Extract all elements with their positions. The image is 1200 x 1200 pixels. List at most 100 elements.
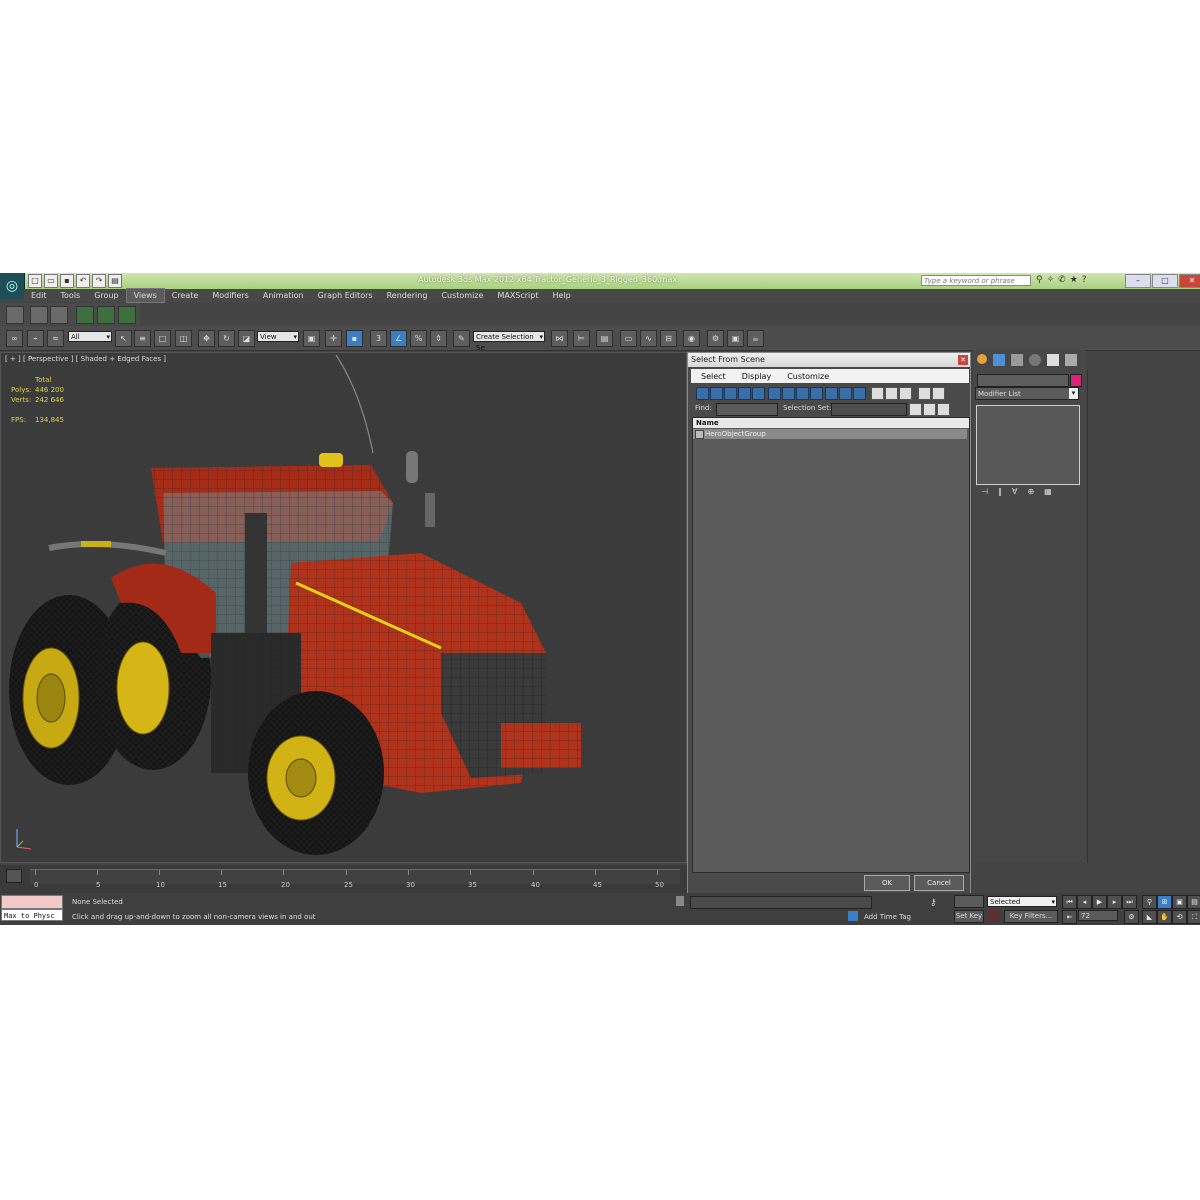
- hierarchy-tab-icon[interactable]: [1011, 354, 1023, 366]
- remove-selection-set-icon[interactable]: [923, 403, 936, 416]
- utilities-tab-icon[interactable]: [1065, 354, 1077, 366]
- play-icon[interactable]: ▶: [1092, 895, 1107, 909]
- display-tab-icon[interactable]: [1047, 354, 1059, 366]
- maximize-button[interactable]: □: [1152, 274, 1178, 288]
- angle-snap-icon[interactable]: ∠: [390, 330, 407, 347]
- link-icon[interactable]: ∞: [6, 330, 23, 347]
- reference-coordinate-dropdown[interactable]: View: [257, 331, 299, 343]
- dialog-menu-customize[interactable]: Customize: [781, 372, 835, 381]
- menu-help[interactable]: Help: [546, 289, 578, 302]
- align-icon[interactable]: ⊨: [573, 330, 590, 347]
- display-helpers-icon[interactable]: [752, 387, 765, 400]
- edit-named-selection-icon[interactable]: ✎: [453, 330, 470, 347]
- app-logo-icon[interactable]: ◎: [0, 273, 25, 299]
- cancel-button[interactable]: Cancel: [914, 875, 964, 891]
- configure-modifier-sets-icon[interactable]: ▦: [1044, 487, 1052, 496]
- subscription-icon[interactable]: ✧: [1047, 275, 1055, 285]
- project-folder-icon[interactable]: ▤: [108, 274, 122, 288]
- find-input[interactable]: [716, 403, 778, 416]
- display-shapes-icon[interactable]: [710, 387, 723, 400]
- mirror-icon[interactable]: ⋈: [551, 330, 568, 347]
- maxscript-listener[interactable]: Max to Physc: [1, 895, 63, 921]
- schematic-view-icon[interactable]: ⊟: [660, 330, 677, 347]
- lock-container-icon[interactable]: [76, 306, 94, 324]
- modifier-list-dropdown[interactable]: Modifier List: [975, 387, 1079, 400]
- unlink-icon[interactable]: ⌁: [27, 330, 44, 347]
- edit-selection-set-icon[interactable]: [937, 403, 950, 416]
- percent-snap-icon[interactable]: %: [410, 330, 427, 347]
- key-mode-dropdown[interactable]: Selected: [987, 896, 1057, 908]
- zoom-icon[interactable]: ⚲: [1142, 895, 1157, 909]
- render-production-icon[interactable]: ☕: [747, 330, 764, 347]
- set-key-button[interactable]: Set Key: [954, 910, 984, 923]
- pivot-center-icon[interactable]: ▣: [303, 330, 320, 347]
- select-manipulate-icon[interactable]: ✛: [325, 330, 342, 347]
- open-mini-curve-editor-icon[interactable]: [6, 869, 22, 883]
- key-filters-button[interactable]: Key Filters...: [1004, 910, 1058, 923]
- curve-editor-icon[interactable]: ∿: [640, 330, 657, 347]
- menu-modifiers[interactable]: Modifiers: [205, 289, 256, 302]
- list-item[interactable]: HeroObjectGroup: [693, 429, 967, 439]
- modifier-stack[interactable]: [976, 405, 1080, 485]
- pan-view-icon[interactable]: ✋: [1157, 910, 1172, 924]
- named-selection-dropdown[interactable]: Create Selection Se: [473, 331, 545, 352]
- selection-set-dropdown[interactable]: [831, 403, 907, 416]
- display-xrefs-icon[interactable]: [796, 387, 809, 400]
- move-icon[interactable]: ✥: [198, 330, 215, 347]
- search-input[interactable]: Type a keyword or phrase: [921, 275, 1031, 286]
- menu-rendering[interactable]: Rendering: [380, 289, 435, 302]
- ok-button[interactable]: OK: [864, 875, 910, 891]
- auto-key-button[interactable]: [954, 895, 984, 908]
- undo-icon[interactable]: ↶: [76, 274, 90, 288]
- display-lights-icon[interactable]: [724, 387, 737, 400]
- binoculars-icon[interactable]: ⚲: [1036, 275, 1043, 285]
- display-frozen-icon[interactable]: [839, 387, 852, 400]
- snaps-toggle-icon[interactable]: 3: [370, 330, 387, 347]
- select-all-icon[interactable]: [871, 387, 884, 400]
- create-tab-icon[interactable]: [977, 354, 987, 364]
- menu-customize[interactable]: Customize: [434, 289, 490, 302]
- maxscript-output[interactable]: [1, 895, 63, 909]
- show-end-result-icon[interactable]: ‖: [998, 487, 1002, 496]
- open-file-icon[interactable]: ▭: [44, 274, 58, 288]
- filter-icon[interactable]: [918, 387, 931, 400]
- time-configuration-icon[interactable]: ⚙: [1124, 910, 1139, 924]
- timeline[interactable]: 0 5 10 15 20 25 30 35 40 45 50: [0, 865, 687, 893]
- display-space-warps-icon[interactable]: [768, 387, 781, 400]
- update-container-icon[interactable]: [97, 306, 115, 324]
- perspective-viewport[interactable]: [ + ] [ Perspective ] [ Shaded + Edged F…: [0, 352, 687, 863]
- set-key-icon[interactable]: ⚷: [930, 898, 937, 908]
- communication-icon[interactable]: ✆: [1058, 275, 1066, 285]
- reload-container-icon[interactable]: [118, 306, 136, 324]
- motion-tab-icon[interactable]: [1029, 354, 1041, 366]
- lock-selection-icon[interactable]: [676, 896, 684, 906]
- help-icon[interactable]: ?: [1082, 275, 1087, 285]
- add-time-tag-label[interactable]: Add Time Tag: [864, 913, 911, 921]
- rendered-frame-window-icon[interactable]: ▣: [727, 330, 744, 347]
- make-unique-icon[interactable]: ∀: [1012, 487, 1017, 496]
- spinner-snap-icon[interactable]: ⇕: [430, 330, 447, 347]
- name-column-header[interactable]: Name: [693, 418, 969, 428]
- container-icon[interactable]: [6, 306, 24, 324]
- display-geometry-icon[interactable]: [696, 387, 709, 400]
- display-containers-icon[interactable]: [825, 387, 838, 400]
- go-to-start-icon[interactable]: ⏮: [1062, 895, 1077, 909]
- coordinate-fields[interactable]: [690, 896, 872, 909]
- window-crossing-icon[interactable]: ◫: [175, 330, 192, 347]
- go-to-end-icon[interactable]: ⏭: [1122, 895, 1137, 909]
- keyboard-shortcut-override-icon[interactable]: ▪: [346, 330, 363, 347]
- rotate-icon[interactable]: ↻: [218, 330, 235, 347]
- bind-space-warp-icon[interactable]: ≈: [47, 330, 64, 347]
- minimize-button[interactable]: –: [1125, 274, 1151, 288]
- remove-modifier-icon[interactable]: ⊕: [1027, 487, 1034, 496]
- display-groups-icon[interactable]: [782, 387, 795, 400]
- select-by-name-icon[interactable]: ≡: [134, 330, 151, 347]
- material-editor-icon[interactable]: ◉: [683, 330, 700, 347]
- select-invert-icon[interactable]: [899, 387, 912, 400]
- layer-icon[interactable]: [50, 306, 68, 324]
- previous-frame-icon[interactable]: ◂: [1077, 895, 1092, 909]
- modify-tab-icon[interactable]: [993, 354, 1005, 366]
- zoom-all-icon[interactable]: ⊞: [1157, 895, 1172, 909]
- layer-manager-icon[interactable]: ▤: [596, 330, 613, 347]
- menu-animation[interactable]: Animation: [256, 289, 311, 302]
